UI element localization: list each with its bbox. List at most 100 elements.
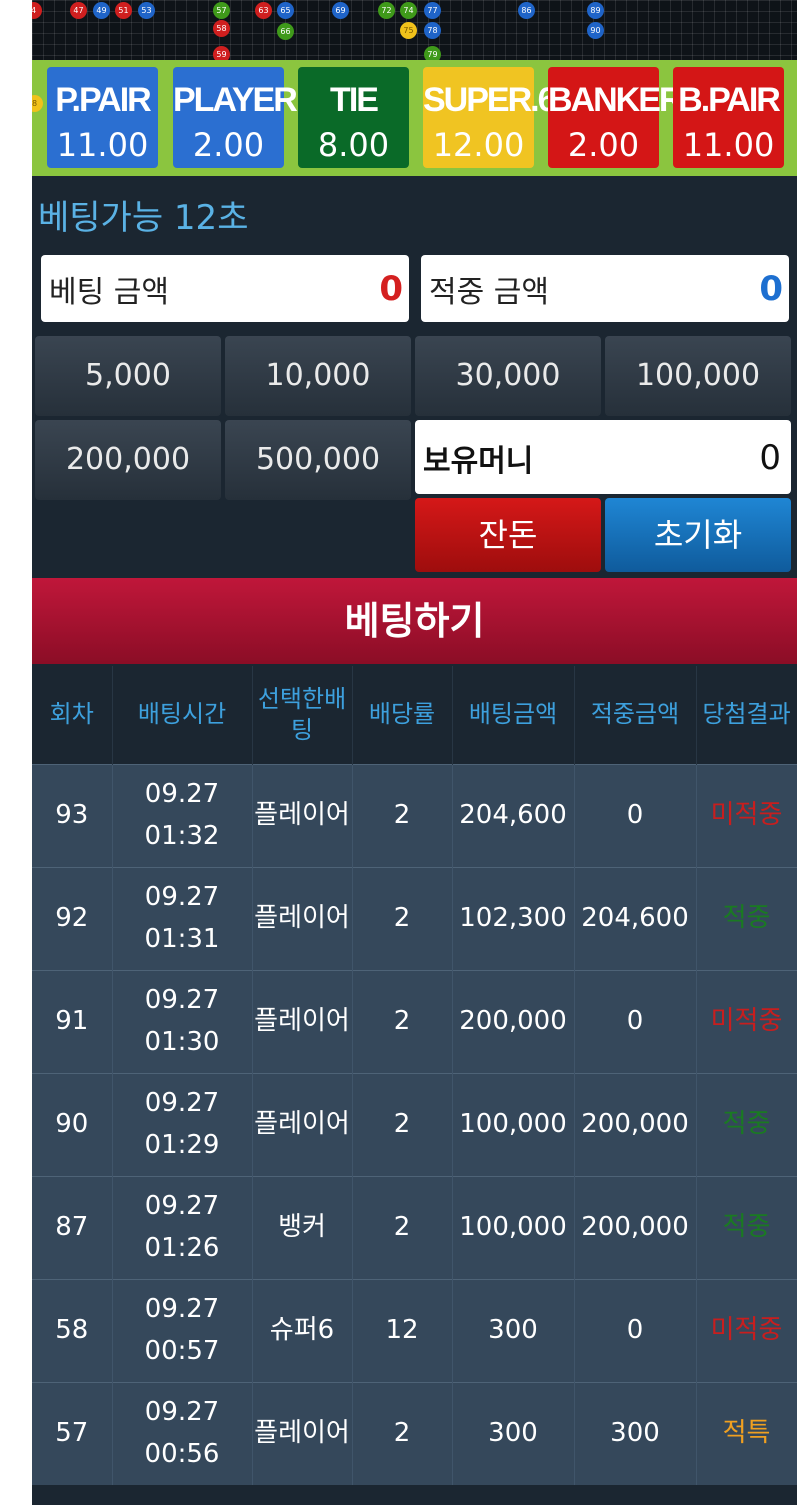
header-win-amount: 적중금액 bbox=[574, 666, 697, 765]
cell-round: 91 bbox=[32, 970, 113, 1074]
odds-name: B.PAIR bbox=[678, 81, 781, 119]
banker-bet-button[interactable]: BANKER 2.00 bbox=[548, 67, 683, 168]
bet-time: 01:32 bbox=[144, 821, 220, 851]
place-bet-button[interactable]: 베팅하기 bbox=[32, 578, 797, 664]
odds-name: BANKER bbox=[548, 81, 683, 119]
cell-bet-time: 09.27 01:31 bbox=[112, 867, 253, 971]
cell-round: 93 bbox=[32, 764, 113, 868]
roadmap-bead: 53 bbox=[138, 2, 155, 19]
odds-value: 8.00 bbox=[317, 126, 390, 164]
cell-win-amount: 0 bbox=[574, 970, 697, 1074]
roadmap-bead: 51 bbox=[115, 2, 132, 19]
roadmap-bead: 66 bbox=[277, 23, 294, 40]
roadmap-bead: 72 bbox=[378, 2, 395, 19]
bet-date: 09.27 bbox=[144, 1191, 220, 1222]
betting-app: 4 47 49 51 53 57 58 59 63 65 66 69 72 74 75 77 78 79 86 89 9… bbox=[32, 0, 797, 1505]
table-row: 91 09.27 01:30 플레이어 2 200,000 0 미적중 bbox=[32, 970, 797, 1074]
cell-result: 미적중 bbox=[696, 1279, 797, 1383]
cell-bet-time: 09.27 01:32 bbox=[112, 764, 253, 868]
win-amount-box: 적중 금액 0 bbox=[421, 255, 789, 322]
cell-selected-bet: 플레이어 bbox=[252, 867, 353, 971]
cell-result: 적특 bbox=[696, 1382, 797, 1485]
p-pair-bet-button[interactable]: P.PAIR 11.00 bbox=[47, 67, 158, 168]
table-row: 93 09.27 01:32 플레이어 2 204,600 0 미적중 bbox=[32, 764, 797, 868]
odds-value: 2.00 bbox=[567, 126, 640, 164]
header-odds: 배당률 bbox=[352, 666, 453, 765]
b-pair-bet-button[interactable]: B.PAIR 11.00 bbox=[673, 67, 784, 168]
cell-result: 미적중 bbox=[696, 764, 797, 868]
cell-selected-bet: 플레이어 bbox=[252, 970, 353, 1074]
cell-selected-bet: 뱅커 bbox=[252, 1176, 353, 1280]
roadmap-bead: 58 bbox=[213, 20, 230, 37]
cell-selected-bet: 플레이어 bbox=[252, 1382, 353, 1485]
cell-selected-bet: 플레이어 bbox=[252, 1073, 353, 1177]
chip-100000-button[interactable]: 100,000 bbox=[605, 336, 791, 416]
cell-win-amount: 0 bbox=[574, 764, 697, 868]
chip-30000-button[interactable]: 30,000 bbox=[415, 336, 601, 416]
cell-win-amount: 200,000 bbox=[574, 1176, 697, 1280]
cell-win-amount: 204,600 bbox=[574, 867, 697, 971]
bet-date: 09.27 bbox=[144, 1294, 220, 1325]
player-bet-button[interactable]: PLAYER 2.00 bbox=[173, 67, 298, 168]
roadmap-bead: 78 bbox=[424, 22, 441, 39]
roadmap-bead: 77 bbox=[424, 2, 441, 19]
bet-time: 00:56 bbox=[144, 1439, 220, 1469]
cell-bet-amount: 300 bbox=[452, 1279, 575, 1383]
odds-value: 2.00 bbox=[192, 126, 265, 164]
bet-date: 09.27 bbox=[144, 985, 220, 1016]
header-bet-time: 배팅시간 bbox=[112, 666, 253, 765]
change-button[interactable]: 잔돈 bbox=[415, 498, 601, 572]
header-selected-bet: 선택한배팅 bbox=[252, 666, 353, 765]
balance-label: 보유머니 bbox=[423, 444, 534, 479]
roadmap-bead: 75 bbox=[400, 22, 417, 39]
cell-odds: 2 bbox=[352, 1176, 453, 1280]
chip-5000-button[interactable]: 5,000 bbox=[35, 336, 221, 416]
chip-500000-button[interactable]: 500,000 bbox=[225, 420, 411, 500]
cell-odds: 2 bbox=[352, 1382, 453, 1485]
roadmap-bead: 49 bbox=[93, 2, 110, 19]
super6-bet-button[interactable]: SUPER.6 12.00 bbox=[423, 67, 557, 168]
chip-200000-button[interactable]: 200,000 bbox=[35, 420, 221, 500]
balance-box: 보유머니 0 bbox=[415, 420, 791, 494]
cell-bet-amount: 100,000 bbox=[452, 1073, 575, 1177]
odds-name: P.PAIR bbox=[55, 81, 151, 119]
bet-history-table: 회차 배팅시간 선택한배팅 배당률 배팅금액 적중금액 당첨결과 93 09.27… bbox=[32, 666, 797, 1485]
table-row: 58 09.27 00:57 슈퍼6 12 300 0 미적중 bbox=[32, 1279, 797, 1383]
cell-result: 적중 bbox=[696, 867, 797, 971]
cell-odds: 2 bbox=[352, 867, 453, 971]
odds-name: PLAYER bbox=[173, 81, 298, 119]
bet-time: 01:31 bbox=[144, 924, 220, 954]
cell-selected-bet: 슈퍼6 bbox=[252, 1279, 353, 1383]
betting-timer: 베팅가능 12초 bbox=[38, 198, 249, 238]
cell-bet-amount: 200,000 bbox=[452, 970, 575, 1074]
roadmap-bead: 57 bbox=[213, 2, 230, 19]
cell-odds: 2 bbox=[352, 1073, 453, 1177]
cell-bet-time: 09.27 00:57 bbox=[112, 1279, 253, 1383]
cell-bet-amount: 300 bbox=[452, 1382, 575, 1485]
cell-round: 87 bbox=[32, 1176, 113, 1280]
roadmap-bead: 89 bbox=[587, 2, 604, 19]
win-amount-label: 적중 금액 bbox=[429, 275, 549, 310]
odds-value: 12.00 bbox=[432, 126, 525, 164]
bet-amount-value: 0 bbox=[379, 269, 403, 309]
bet-time: 01:26 bbox=[144, 1233, 220, 1263]
roadmap-bead: 4 bbox=[32, 2, 42, 19]
roadmap-bead: 74 bbox=[400, 2, 417, 19]
roadmap-bead: 69 bbox=[332, 2, 349, 19]
cell-win-amount: 200,000 bbox=[574, 1073, 697, 1177]
table-row: 87 09.27 01:26 뱅커 2 100,000 200,000 적중 bbox=[32, 1176, 797, 1280]
table-row: 90 09.27 01:29 플레이어 2 100,000 200,000 적중 bbox=[32, 1073, 797, 1177]
cell-bet-time: 09.27 01:29 bbox=[112, 1073, 253, 1177]
roadmap-bead: 63 bbox=[255, 2, 272, 19]
cell-bet-time: 09.27 01:30 bbox=[112, 970, 253, 1074]
cell-odds: 12 bbox=[352, 1279, 453, 1383]
roadmap-bead: 86 bbox=[518, 2, 535, 19]
bet-time: 01:30 bbox=[144, 1027, 220, 1057]
chip-10000-button[interactable]: 10,000 bbox=[225, 336, 411, 416]
tie-bet-button[interactable]: TIE 8.00 bbox=[298, 67, 409, 168]
cell-bet-amount: 100,000 bbox=[452, 1176, 575, 1280]
reset-button[interactable]: 초기화 bbox=[605, 498, 791, 572]
cell-bet-amount: 204,600 bbox=[452, 764, 575, 868]
cell-odds: 2 bbox=[352, 764, 453, 868]
cell-win-amount: 0 bbox=[574, 1279, 697, 1383]
